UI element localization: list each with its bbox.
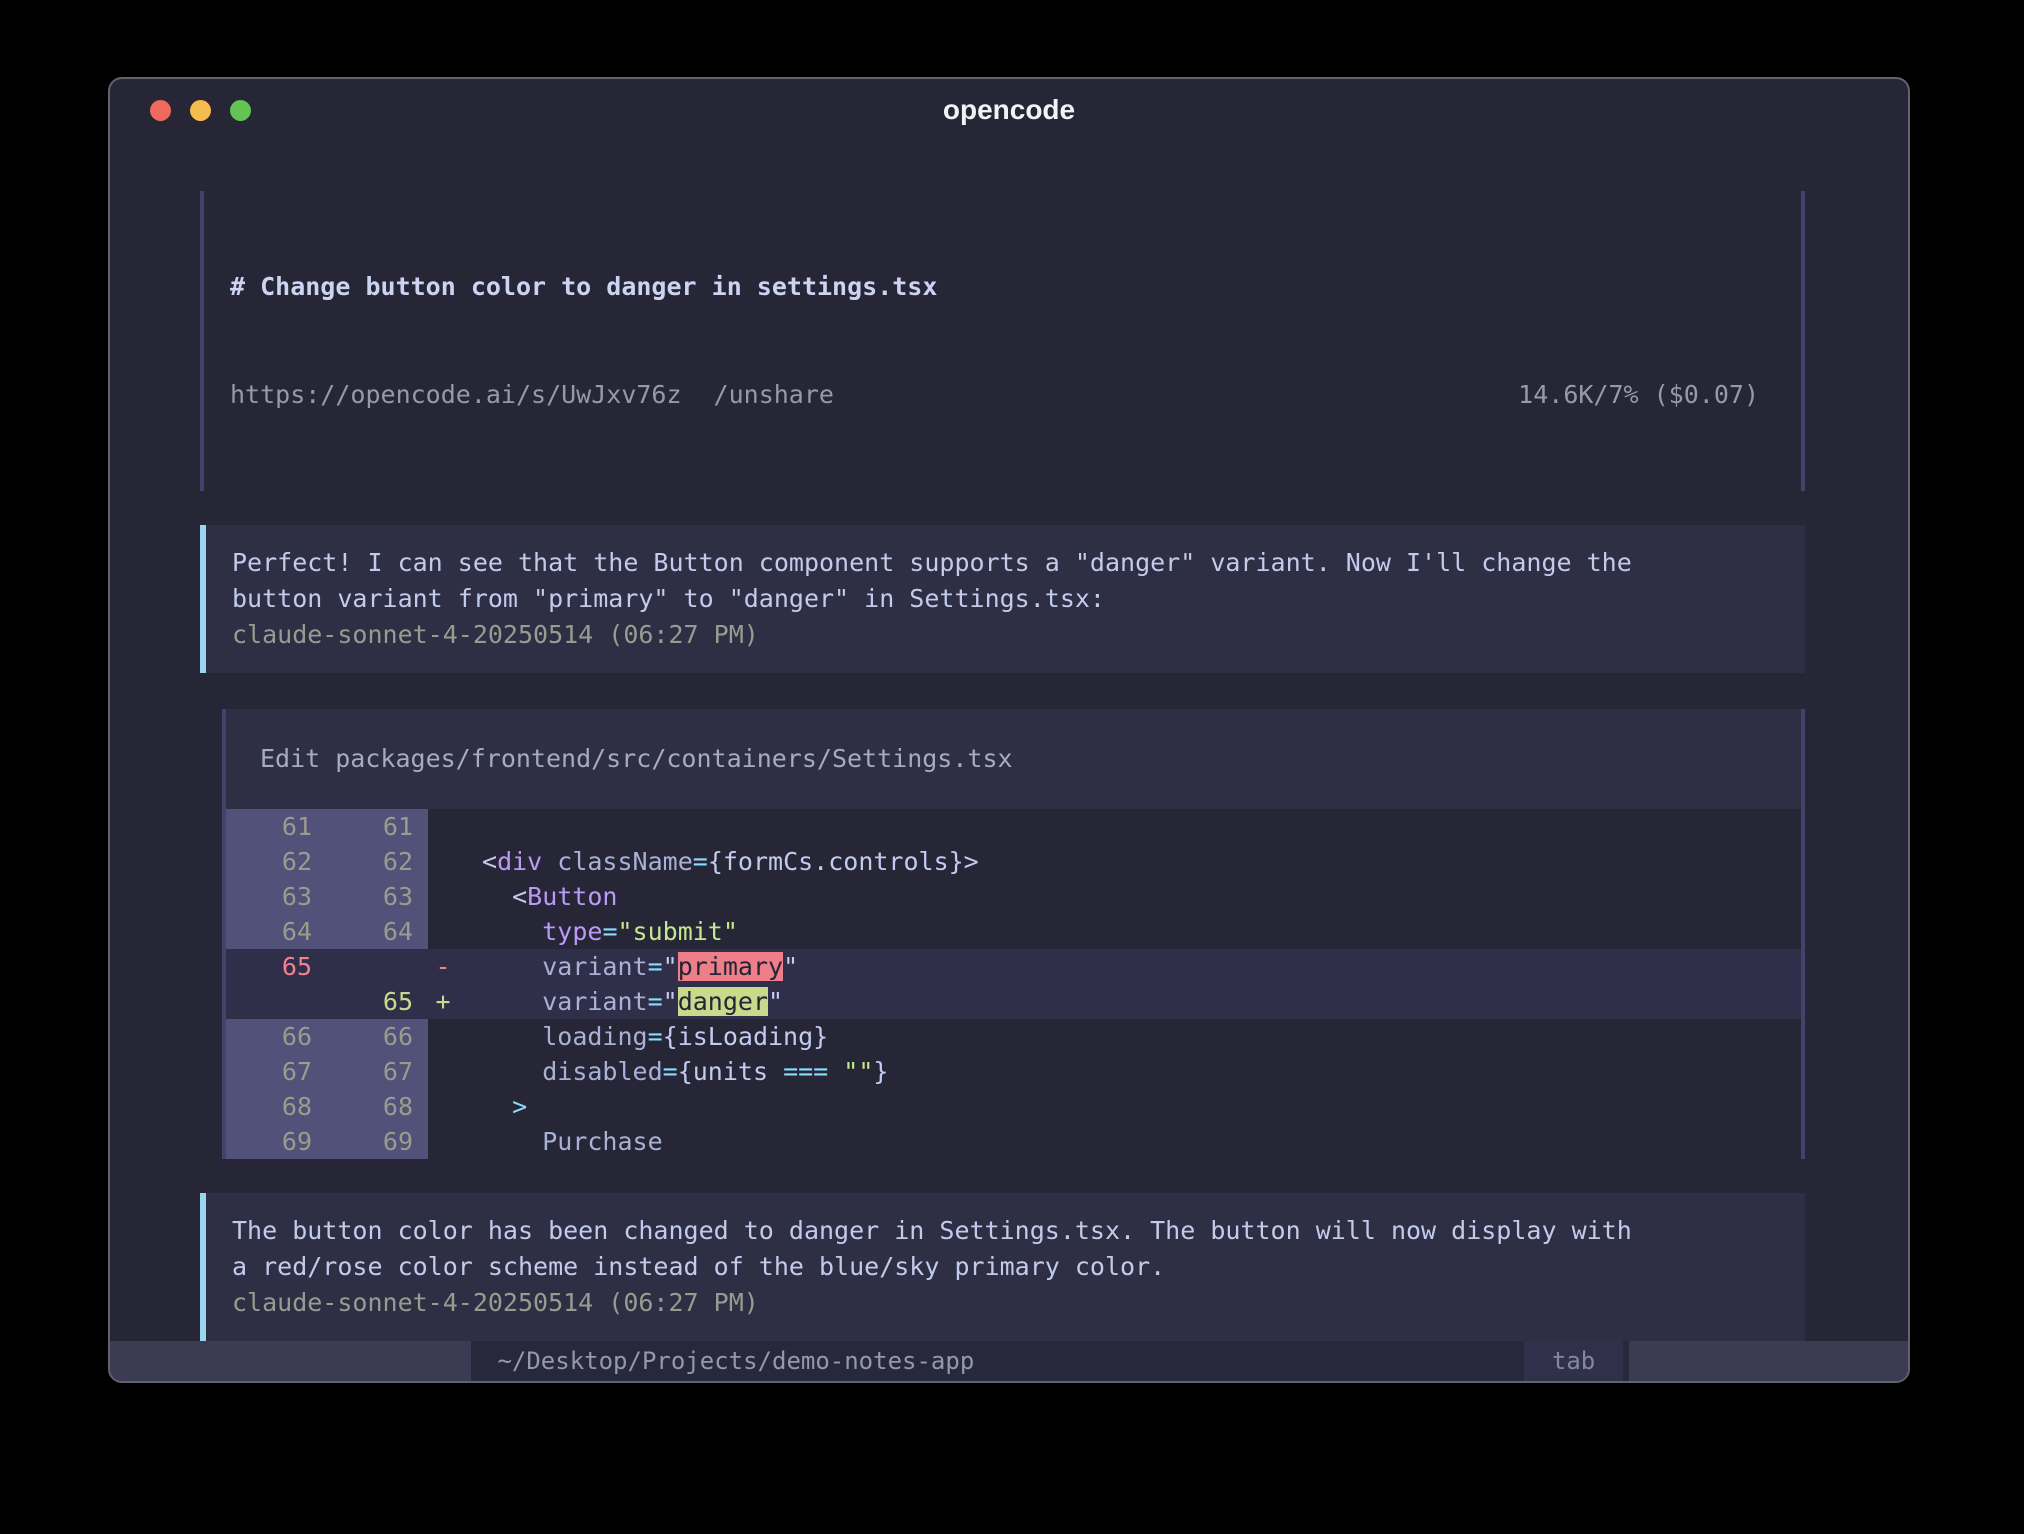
old-line-number: 68 bbox=[226, 1089, 327, 1124]
code-line: variant="danger" bbox=[458, 984, 1801, 1019]
new-line-number: 63 bbox=[327, 879, 428, 914]
diff-marker bbox=[428, 809, 458, 844]
new-line-number: 65 bbox=[327, 984, 428, 1019]
titlebar: opencode bbox=[110, 79, 1908, 141]
code-line bbox=[458, 809, 1801, 844]
share-url[interactable]: https://opencode.ai/s/UwJxv76z bbox=[230, 377, 682, 413]
app-version-chip: opencodev0.3.11 bbox=[110, 1341, 471, 1381]
diff-marker bbox=[428, 1054, 458, 1089]
traffic-lights bbox=[150, 79, 251, 141]
window-title: opencode bbox=[943, 94, 1075, 126]
diff-row: 6161 bbox=[226, 809, 1801, 844]
message-meta: claude-sonnet-4-20250514 (06:27 PM) bbox=[232, 617, 1779, 653]
diff-marker bbox=[428, 914, 458, 949]
message-line: Perfect! I can see that the Button compo… bbox=[232, 545, 1779, 581]
edit-tool-block: Edit packages/frontend/src/containers/Se… bbox=[222, 709, 1805, 1159]
code-line: type="submit" bbox=[458, 914, 1801, 949]
diff-row: 65+ variant="danger" bbox=[226, 984, 1801, 1019]
diff-marker bbox=[428, 844, 458, 879]
session-content: # Change button color to danger in setti… bbox=[110, 141, 1908, 1341]
assistant-message: Perfect! I can see that the Button compo… bbox=[200, 525, 1805, 673]
code-line: disabled={units === ""} bbox=[458, 1054, 1801, 1089]
diff-row: 6969 Purchase bbox=[226, 1124, 1801, 1159]
old-line-number: 66 bbox=[226, 1019, 327, 1054]
old-line-number: 67 bbox=[226, 1054, 327, 1089]
diff-row: 6868 > bbox=[226, 1089, 1801, 1124]
tab-key-hint: tab bbox=[1524, 1341, 1623, 1381]
diff-row: 6666 loading={isLoading} bbox=[226, 1019, 1801, 1054]
session-title: # Change button color to danger in setti… bbox=[230, 269, 1775, 305]
diff-row: 6363 <Button bbox=[226, 879, 1801, 914]
app-window: opencode # Change button color to danger… bbox=[108, 77, 1910, 1383]
new-line-number bbox=[327, 949, 428, 984]
diff-marker bbox=[428, 1019, 458, 1054]
new-line-number: 61 bbox=[327, 809, 428, 844]
token-usage: 14.6K/7% ($0.07) bbox=[1518, 377, 1759, 413]
unshare-command[interactable]: /unshare bbox=[714, 377, 834, 413]
new-line-number: 64 bbox=[327, 914, 428, 949]
old-line-number: 64 bbox=[226, 914, 327, 949]
status-bar: opencodev0.3.11 ~/Desktop/Projects/demo-… bbox=[110, 1341, 1908, 1381]
working-directory: ~/Desktop/Projects/demo-notes-app bbox=[497, 1341, 974, 1381]
diff-marker: - bbox=[428, 949, 458, 984]
diff-marker: + bbox=[428, 984, 458, 1019]
edit-tool-title: Edit packages/frontend/src/containers/Se… bbox=[226, 709, 1801, 809]
diff-row: 6767 disabled={units === ""} bbox=[226, 1054, 1801, 1089]
prompt-symbol: > bbox=[234, 1383, 250, 1384]
new-line-number: 62 bbox=[327, 844, 428, 879]
code-line: loading={isLoading} bbox=[458, 1019, 1801, 1054]
session-header: # Change button color to danger in setti… bbox=[200, 191, 1805, 491]
diff-row: 6464 type="submit" bbox=[226, 914, 1801, 949]
message-line: button variant from "primary" to "danger… bbox=[232, 581, 1779, 617]
diff-marker bbox=[428, 1089, 458, 1124]
code-line: Purchase bbox=[458, 1124, 1801, 1159]
old-line-number: 62 bbox=[226, 844, 327, 879]
diff: 61616262 <div className={formCs.controls}… bbox=[226, 809, 1801, 1159]
old-line-number: 65 bbox=[226, 949, 327, 984]
minimize-button[interactable] bbox=[190, 100, 211, 121]
assistant-message: The button color has been changed to dan… bbox=[200, 1193, 1805, 1341]
old-line-number bbox=[226, 984, 327, 1019]
new-line-number: 69 bbox=[327, 1124, 428, 1159]
old-line-number: 63 bbox=[226, 879, 327, 914]
message-line: a red/rose color scheme instead of the b… bbox=[232, 1249, 1779, 1285]
mode-chip: BUILDMODE bbox=[1629, 1341, 1908, 1381]
diff-row: 65 - variant="primary" bbox=[226, 949, 1801, 984]
diff-marker bbox=[428, 879, 458, 914]
old-line-number: 61 bbox=[226, 809, 327, 844]
new-line-number: 66 bbox=[327, 1019, 428, 1054]
diff-row: 6262 <div className={formCs.controls}> bbox=[226, 844, 1801, 879]
message-meta: claude-sonnet-4-20250514 (06:27 PM) bbox=[232, 1285, 1779, 1321]
diff-marker bbox=[428, 1124, 458, 1159]
new-line-number: 68 bbox=[327, 1089, 428, 1124]
code-line: variant="primary" bbox=[458, 949, 1801, 984]
code-line: > bbox=[458, 1089, 1801, 1124]
code-line: <Button bbox=[458, 879, 1801, 914]
new-line-number: 67 bbox=[327, 1054, 428, 1089]
close-button[interactable] bbox=[150, 100, 171, 121]
old-line-number: 69 bbox=[226, 1124, 327, 1159]
zoom-button[interactable] bbox=[230, 100, 251, 121]
message-line: The button color has been changed to dan… bbox=[232, 1213, 1779, 1249]
code-line: <div className={formCs.controls}> bbox=[458, 844, 1801, 879]
session-meta-row: https://opencode.ai/s/UwJxv76z /unshare … bbox=[230, 377, 1775, 413]
